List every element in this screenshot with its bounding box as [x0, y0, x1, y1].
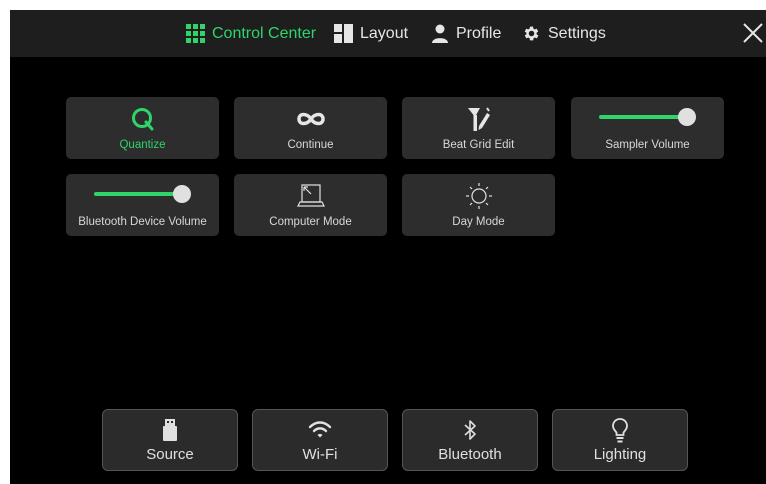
slider-track — [94, 192, 181, 196]
bluetooth-icon — [464, 420, 476, 440]
source-button[interactable]: Source — [102, 409, 238, 471]
quantize-icon — [131, 108, 153, 131]
tile-label: Day Mode — [452, 216, 505, 228]
tile-label: Computer Mode — [269, 216, 352, 228]
tab-label: Profile — [456, 24, 502, 42]
tab-settings[interactable]: Settings — [522, 10, 606, 57]
tab-label: Settings — [548, 24, 606, 42]
tile-label: Sampler Volume — [605, 139, 690, 151]
button-label: Bluetooth — [438, 446, 502, 463]
wifi-button[interactable]: Wi-Fi — [252, 409, 388, 471]
bluetooth-device-volume-slider[interactable] — [94, 184, 191, 204]
person-icon — [432, 24, 448, 43]
sampler-volume-slider[interactable] — [599, 107, 696, 127]
slider-track — [599, 115, 686, 119]
sun-icon — [465, 183, 492, 209]
tile-label: Continue — [287, 139, 334, 151]
button-label: Source — [146, 446, 194, 463]
continue-toggle[interactable]: Continue — [234, 97, 387, 159]
wifi-icon — [308, 421, 332, 438]
gear-icon — [524, 26, 539, 41]
beat-grid-edit-icon — [467, 107, 490, 131]
tile-label: Quantize — [119, 139, 166, 151]
slider-knob[interactable] — [678, 108, 696, 126]
button-label: Wi-Fi — [302, 446, 338, 463]
grid-icon — [186, 24, 205, 43]
close-icon[interactable] — [740, 20, 766, 46]
tab-profile[interactable]: Profile — [431, 10, 501, 57]
laptop-icon — [296, 184, 325, 207]
tab-label: Layout — [360, 24, 409, 42]
control-center-screen: Control Center Layout Profile Settings Q… — [10, 10, 766, 484]
lightbulb-icon — [612, 418, 628, 443]
day-mode-toggle[interactable]: Day Mode — [402, 174, 555, 236]
top-navigation-bar: Control Center Layout Profile Settings — [10, 10, 766, 57]
computer-mode-toggle[interactable]: Computer Mode — [234, 174, 387, 236]
button-label: Lighting — [593, 446, 647, 463]
layout-icon — [334, 24, 353, 43]
tile-label: Bluetooth Device Volume — [78, 216, 207, 228]
infinity-icon — [296, 112, 325, 126]
tab-control-center[interactable]: Control Center — [186, 10, 316, 57]
bluetooth-device-volume-tile: Bluetooth Device Volume — [66, 174, 219, 236]
slider-knob[interactable] — [173, 185, 191, 203]
quantize-toggle[interactable]: Quantize — [66, 97, 219, 159]
tab-layout[interactable]: Layout — [334, 10, 408, 57]
bluetooth-button[interactable]: Bluetooth — [402, 409, 538, 471]
beat-grid-edit-toggle[interactable]: Beat Grid Edit — [402, 97, 555, 159]
tab-label: Control Center — [212, 24, 317, 42]
sampler-volume-tile: Sampler Volume — [571, 97, 724, 159]
usb-icon — [163, 419, 177, 441]
lighting-button[interactable]: Lighting — [552, 409, 688, 471]
tile-label: Beat Grid Edit — [442, 139, 515, 151]
